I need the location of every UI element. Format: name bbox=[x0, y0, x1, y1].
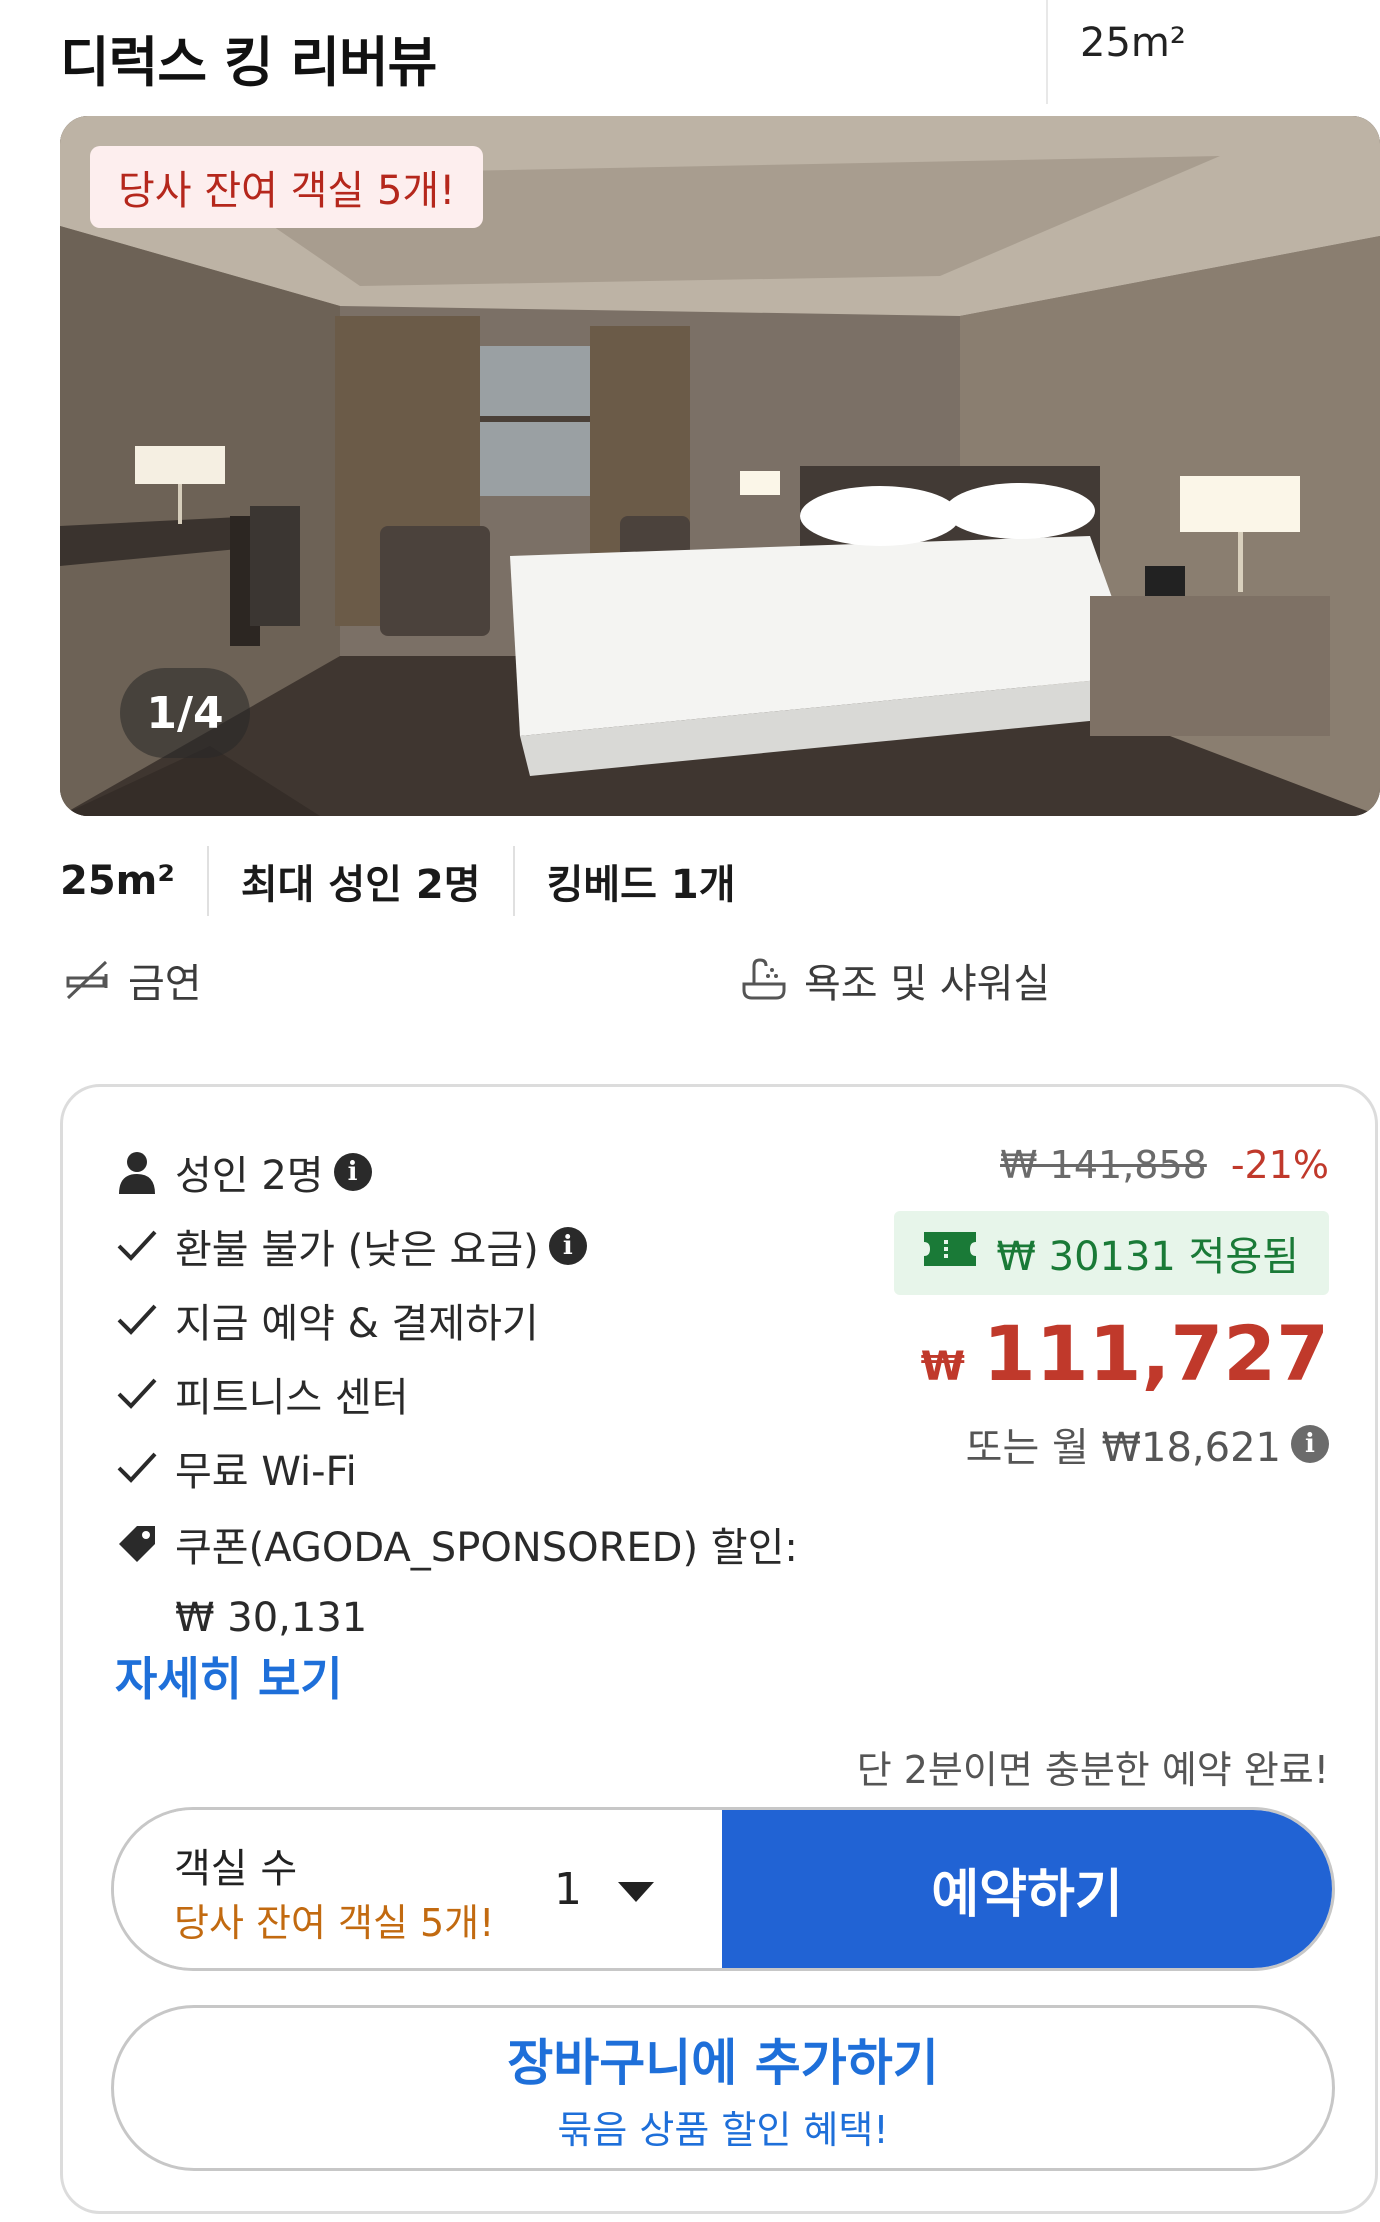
bath-shower-icon bbox=[736, 952, 792, 1008]
final-price-row: ₩ 111,727 bbox=[921, 1309, 1329, 1398]
caret-down-icon[interactable] bbox=[616, 1880, 656, 1908]
check-icon bbox=[113, 1296, 161, 1344]
monthly-price-row: 또는 월 ₩18,621 i bbox=[966, 1415, 1329, 1473]
feature-item: 환불 불가 (낮은 요금) i bbox=[113, 1217, 587, 1275]
check-icon bbox=[113, 1444, 161, 1492]
header-divider bbox=[1046, 0, 1048, 104]
room-header: 디럭스 킹 리버뷰 25m² bbox=[0, 0, 1380, 104]
feature-text: 환불 불가 (낮은 요금) bbox=[175, 1227, 539, 1273]
rooms-warning: 당사 잔여 객실 5개! bbox=[174, 1901, 495, 1945]
ticket-icon bbox=[924, 1230, 977, 1276]
header-room-size: 25m² bbox=[1080, 20, 1186, 66]
details-link[interactable]: 자세히 보기 bbox=[115, 1643, 343, 1709]
coupon-applied-badge: ₩ 30131 적용됨 bbox=[894, 1211, 1329, 1295]
coupon-applied-text: ₩ 30131 적용됨 bbox=[996, 1234, 1299, 1280]
occupancy-text: 성인 2명 bbox=[175, 1153, 324, 1199]
amenity-bath-shower: 욕조 및 샤워실 bbox=[736, 950, 1050, 1010]
monthly-price: 또는 월 ₩18,621 bbox=[965, 1425, 1281, 1471]
rooms-value[interactable]: 1 bbox=[554, 1864, 582, 1915]
coupon-amount: ₩ 30,131 bbox=[175, 1595, 368, 1641]
rooms-label: 객실 수 bbox=[174, 1846, 298, 1892]
final-price: 111,727 bbox=[982, 1309, 1329, 1398]
add-to-cart-button[interactable]: 장바구니에 추가하기 묶음 상품 할인 혜택! bbox=[111, 2005, 1335, 2171]
feature-item: 무료 Wi-Fi bbox=[113, 1439, 357, 1497]
tag-icon bbox=[113, 1520, 161, 1568]
feature-text: 지금 예약 & 결제하기 bbox=[175, 1301, 539, 1347]
offer-card: 성인 2명 i 환불 불가 (낮은 요금) i 지금 예약 & 결제하기 피트니… bbox=[60, 1084, 1378, 2214]
spec-bed: 킹베드 1개 bbox=[546, 862, 736, 908]
original-price: ₩ 141,858 bbox=[1000, 1143, 1207, 1187]
availability-badge: 당사 잔여 객실 5개! bbox=[90, 146, 484, 228]
amenity-no-smoking: 금연 bbox=[60, 950, 202, 1010]
currency-symbol: ₩ bbox=[920, 1344, 965, 1390]
original-price-row: ₩ 141,858 -21% bbox=[1000, 1143, 1329, 1187]
cart-button-sublabel: 묶음 상품 할인 혜택! bbox=[557, 2107, 889, 2152]
coupon-text: 쿠폰(AGODA_SPONSORED) 할인: bbox=[175, 1525, 798, 1571]
info-icon[interactable]: i bbox=[333, 1153, 372, 1191]
booking-row: 객실 수 당사 잔여 객실 5개! 1 예약하기 bbox=[111, 1807, 1335, 1971]
room-title: 디럭스 킹 리버뷰 bbox=[60, 31, 437, 94]
amenity-label: 금연 bbox=[128, 961, 202, 1007]
no-smoking-icon bbox=[60, 952, 116, 1008]
cart-button-label: 장바구니에 추가하기 bbox=[507, 2033, 939, 2092]
feature-item: 지금 예약 & 결제하기 bbox=[113, 1291, 539, 1349]
person-icon bbox=[113, 1148, 161, 1196]
check-icon bbox=[113, 1370, 161, 1418]
spec-size: 25m² bbox=[60, 858, 175, 904]
feature-text: 무료 Wi-Fi bbox=[175, 1449, 357, 1495]
photo-counter: 1/4 bbox=[120, 668, 250, 758]
book-button[interactable]: 예약하기 bbox=[722, 1810, 1332, 1968]
feature-occupancy: 성인 2명 i bbox=[113, 1143, 372, 1201]
info-icon[interactable]: i bbox=[1291, 1425, 1329, 1463]
check-icon bbox=[113, 1222, 161, 1270]
feature-item: 피트니스 센터 bbox=[113, 1365, 409, 1423]
room-photo[interactable]: 당사 잔여 객실 5개! 1/4 bbox=[60, 116, 1380, 816]
room-specs: 25m² 최대 성인 2명 킹베드 1개 bbox=[60, 846, 768, 916]
feature-text: 피트니스 센터 bbox=[175, 1375, 409, 1421]
info-icon[interactable]: i bbox=[548, 1227, 587, 1265]
quick-booking-note: 단 2분이면 충분한 예약 완료! bbox=[856, 1748, 1329, 1792]
amenity-label: 욕조 및 샤워실 bbox=[804, 961, 1051, 1007]
feature-coupon: 쿠폰(AGODA_SPONSORED) 할인: bbox=[113, 1515, 798, 1573]
discount-badge: -21% bbox=[1230, 1143, 1329, 1187]
room-quantity-selector[interactable]: 객실 수 당사 잔여 객실 5개! 1 bbox=[114, 1810, 722, 1968]
spec-occupancy: 최대 성인 2명 bbox=[240, 862, 481, 908]
